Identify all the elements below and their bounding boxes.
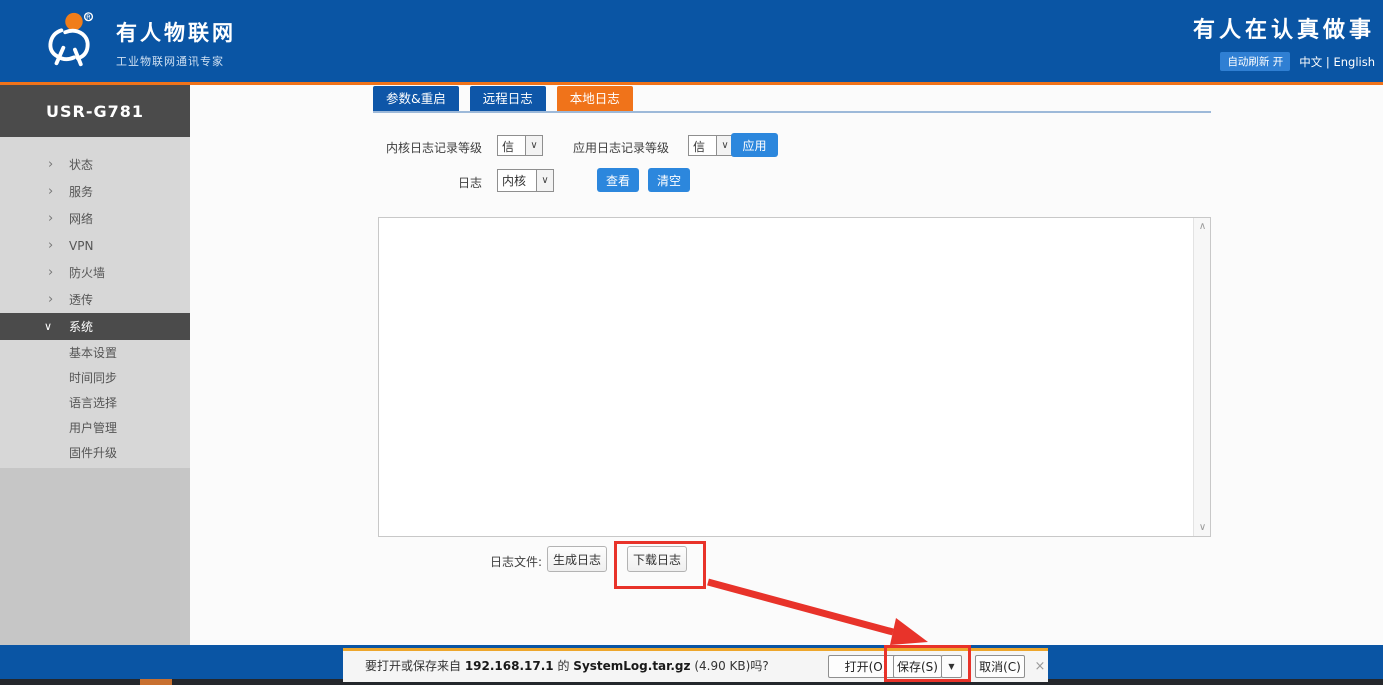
- scroll-up-icon[interactable]: ∧: [1194, 218, 1211, 235]
- chevron-right-icon: ›: [48, 292, 56, 307]
- header-bar: R 有人物联网 工业物联网通讯专家 有人在认真做事 自动刷新 开 中文 | En…: [0, 0, 1383, 85]
- sidebar-subitem-language[interactable]: 语言选择: [0, 390, 190, 415]
- sidebar-item-network[interactable]: › 网络: [0, 205, 190, 232]
- close-icon[interactable]: ×: [1031, 657, 1049, 675]
- sidebar: USR-G781 › 状态 › 服务 › 网络 › VPN › 防火墙: [0, 85, 190, 645]
- tab-remote-log[interactable]: 远程日志: [470, 86, 546, 111]
- sidebar-item-service[interactable]: › 服务: [0, 178, 190, 205]
- log-file-label: 日志文件:: [490, 553, 542, 570]
- slogan: 有人在认真做事: [1193, 12, 1375, 44]
- scroll-down-icon[interactable]: ∨: [1194, 519, 1211, 536]
- sidebar-item-label: VPN: [69, 239, 93, 253]
- bottom-edge-orange-chip: [140, 679, 172, 685]
- language-switch[interactable]: 中文 | English: [1299, 54, 1375, 70]
- log-source-value: 内核: [498, 170, 536, 191]
- svg-text:R: R: [86, 13, 91, 21]
- sidebar-item-label: 系统: [69, 318, 93, 335]
- sidebar-item-system[interactable]: ∨ 系统: [0, 313, 190, 340]
- chevron-right-icon: ›: [48, 238, 56, 253]
- log-source-select[interactable]: 内核 ∨: [497, 169, 554, 192]
- chevron-right-icon: ›: [48, 157, 56, 172]
- apply-button[interactable]: 应用: [731, 133, 778, 157]
- brand-text: 有人物联网 工业物联网通讯专家: [116, 17, 236, 69]
- sidebar-item-firewall[interactable]: › 防火墙: [0, 259, 190, 286]
- cancel-button[interactable]: 取消(C): [975, 655, 1025, 678]
- sidebar-item-label: 透传: [69, 291, 93, 308]
- select-arrow-icon: ∨: [525, 136, 542, 155]
- view-log-button[interactable]: 查看: [597, 168, 639, 192]
- sidebar-item-passthrough[interactable]: › 透传: [0, 286, 190, 313]
- select-arrow-icon: ∨: [536, 170, 553, 191]
- download-message-suffix: 吗?: [750, 659, 768, 673]
- brand: R 有人物联网 工业物联网通讯专家: [42, 9, 236, 71]
- tab-params-restart[interactable]: 参数&重启: [373, 86, 459, 111]
- download-host: 192.168.17.1: [465, 659, 554, 673]
- pusr-logo-icon: R: [42, 9, 104, 71]
- chevron-right-icon: ›: [48, 211, 56, 226]
- download-message-mid: 的: [554, 659, 574, 673]
- auto-refresh-toggle[interactable]: 自动刷新 开: [1220, 52, 1290, 71]
- header-right: 有人在认真做事 自动刷新 开 中文 | English: [1193, 12, 1375, 71]
- app-log-level-label: 应用日志记录等级: [573, 139, 669, 156]
- sidebar-subitem-firmware-upgrade[interactable]: 固件升级: [0, 440, 190, 465]
- sidebar-subitem-user-management[interactable]: 用户管理: [0, 415, 190, 440]
- tab-local-log[interactable]: 本地日志: [557, 86, 633, 111]
- sidebar-subitem-basic-settings[interactable]: 基本设置: [0, 340, 190, 365]
- brand-title: 有人物联网: [116, 17, 236, 47]
- download-notification-bar: 要打开或保存来自 192.168.17.1 的 SystemLog.tar.gz…: [343, 648, 1048, 682]
- kernel-log-level-value: 信息: [498, 136, 525, 155]
- main-content: 参数&重启 远程日志 本地日志 内核日志记录等级 信息 ∨ 应用日志记录等级 信…: [190, 85, 1383, 645]
- device-title: USR-G781: [0, 85, 190, 137]
- brand-subtitle: 工业物联网通讯专家: [116, 53, 236, 69]
- kernel-log-level-select[interactable]: 信息 ∨: [497, 135, 543, 156]
- kernel-log-level-label: 内核日志记录等级: [380, 139, 482, 156]
- app-log-level-value: 信息: [689, 136, 716, 155]
- chevron-right-icon: ›: [48, 184, 56, 199]
- sidebar-item-label: 防火墙: [69, 264, 105, 281]
- download-filename: SystemLog.tar.gz: [573, 659, 690, 673]
- download-message: 要打开或保存来自 192.168.17.1 的 SystemLog.tar.gz…: [365, 651, 769, 682]
- clear-log-button[interactable]: 清空: [648, 168, 690, 192]
- download-log-button[interactable]: 下载日志: [627, 546, 687, 572]
- download-filesize: (4.90 KB): [691, 659, 751, 673]
- tab-bar: 参数&重启 远程日志 本地日志: [373, 86, 633, 111]
- tab-underline: [373, 111, 1211, 113]
- log-scrollbar[interactable]: ∧ ∨: [1193, 218, 1210, 536]
- page: R 有人物联网 工业物联网通讯专家 有人在认真做事 自动刷新 开 中文 | En…: [0, 0, 1383, 685]
- chevron-right-icon: ›: [48, 265, 56, 280]
- save-button[interactable]: 保存(S): [893, 655, 942, 678]
- sidebar-item-vpn[interactable]: › VPN: [0, 232, 190, 259]
- log-output-textarea[interactable]: ∧ ∨: [378, 217, 1211, 537]
- app-log-level-select[interactable]: 信息 ∨: [688, 135, 734, 156]
- download-message-prefix: 要打开或保存来自: [365, 659, 465, 673]
- save-options-dropdown[interactable]: ▼: [941, 655, 962, 678]
- generate-log-button[interactable]: 生成日志: [547, 546, 607, 572]
- log-select-label: 日志: [380, 174, 482, 191]
- sidebar-item-label: 服务: [69, 183, 93, 200]
- sidebar-subitem-time-sync[interactable]: 时间同步: [0, 365, 190, 390]
- chevron-down-icon: ∨: [44, 320, 56, 333]
- sidebar-menu: › 状态 › 服务 › 网络 › VPN › 防火墙 › 透传: [0, 137, 190, 468]
- sidebar-item-label: 网络: [69, 210, 93, 227]
- sidebar-item-label: 状态: [69, 156, 93, 173]
- sidebar-item-status[interactable]: › 状态: [0, 151, 190, 178]
